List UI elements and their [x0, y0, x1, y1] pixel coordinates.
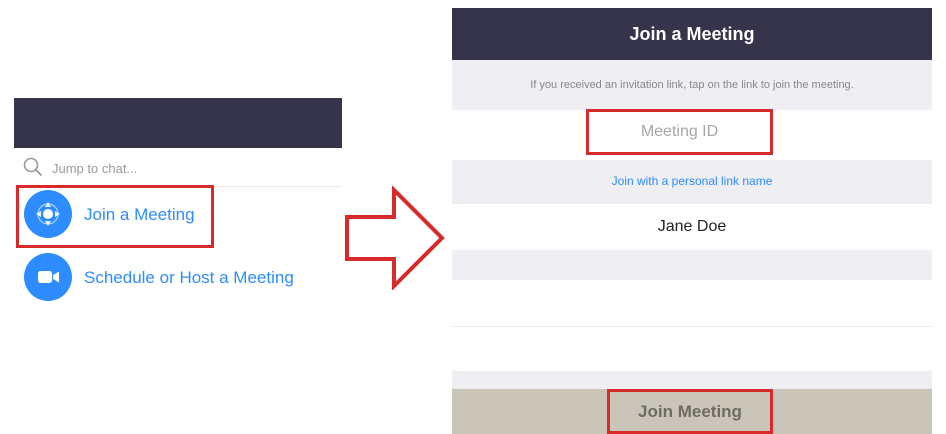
- join-meeting-button[interactable]: Join Meeting: [607, 389, 773, 434]
- option-row: [452, 280, 932, 327]
- right-arrow-icon: [345, 186, 445, 290]
- schedule-host-meeting-label: Schedule or Host a Meeting: [84, 268, 294, 287]
- search-placeholder[interactable]: Jump to chat...: [52, 160, 137, 178]
- invitation-info-text: If you received an invitation link, tap …: [530, 79, 854, 91]
- app-header-bar: [14, 98, 342, 148]
- meeting-id-input[interactable]: Meeting ID: [586, 109, 773, 155]
- video-camera-icon: [24, 253, 72, 301]
- spacer-band: [452, 371, 932, 389]
- join-meeting-highlight-box: [16, 185, 214, 248]
- spacer-band: [452, 250, 932, 280]
- personal-link-name-link[interactable]: Join with a personal link name: [452, 172, 932, 190]
- schedule-host-meeting-item[interactable]: Schedule or Host a Meeting: [14, 248, 342, 308]
- page-title: Join a Meeting: [629, 24, 755, 44]
- display-name-input[interactable]: Jane Doe: [452, 204, 932, 250]
- search-icon[interactable]: [22, 156, 44, 178]
- option-row: [452, 327, 932, 371]
